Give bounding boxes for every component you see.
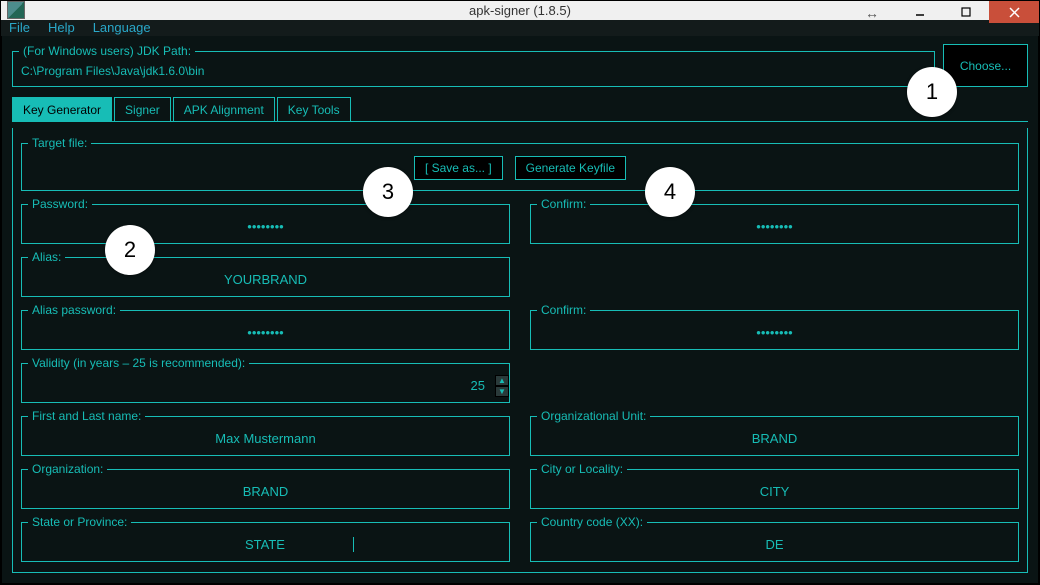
tab-apk-alignment[interactable]: APK Alignment <box>173 97 275 121</box>
tab-key-generator[interactable]: Key Generator <box>12 97 112 121</box>
target-file-section: Target file: [ Save as... ] Generate Key… <box>21 136 1019 191</box>
minimize-button[interactable] <box>897 1 943 23</box>
fields-grid: Password: Confirm: Alias: Alias password… <box>21 197 1019 562</box>
organization-fieldset: Organization: <box>21 462 510 509</box>
alias-password-confirm-fieldset: Confirm: <box>530 303 1019 350</box>
app-window: apk-signer (1.8.5) ↔ File Help Language … <box>0 0 1040 585</box>
city-input[interactable] <box>539 484 1010 499</box>
window-controls <box>897 1 1039 23</box>
first-last-input[interactable] <box>30 431 501 446</box>
tab-signer[interactable]: Signer <box>114 97 171 121</box>
generate-keyfile-button[interactable]: Generate Keyfile <box>515 156 626 180</box>
menu-help[interactable]: Help <box>48 20 75 35</box>
validity-down-button[interactable]: ▼ <box>495 386 509 397</box>
resize-indicator-icon: ↔ <box>865 5 879 21</box>
organization-label: Organization: <box>28 462 107 476</box>
validity-fieldset: Validity (in years – 25 is recommended):… <box>21 356 510 403</box>
validity-input[interactable] <box>30 378 485 393</box>
tab-strip: Key Generator Signer APK Alignment Key T… <box>12 97 1028 122</box>
target-file-fieldset: Target file: [ Save as... ] Generate Key… <box>21 136 1019 191</box>
org-unit-input[interactable] <box>539 431 1010 446</box>
annotation-4: 4 <box>645 167 695 217</box>
alias-password-fieldset: Alias password: <box>21 303 510 350</box>
first-last-fieldset: First and Last name: <box>21 409 510 456</box>
jdk-row: (For Windows users) JDK Path: C:\Program… <box>12 44 1028 87</box>
password-confirm-fieldset: Confirm: <box>530 197 1019 244</box>
target-file-label: Target file: <box>28 136 91 150</box>
target-button-row: [ Save as... ] Generate Keyfile <box>30 156 1010 180</box>
close-button[interactable] <box>989 1 1039 23</box>
window-title: apk-signer (1.8.5) <box>1 3 1039 18</box>
state-label: State or Province: <box>28 515 131 529</box>
annotation-2: 2 <box>105 225 155 275</box>
country-input[interactable] <box>539 537 1010 552</box>
password-fieldset: Password: <box>21 197 510 244</box>
password-input[interactable] <box>30 219 501 234</box>
menubar: File Help Language <box>1 20 1039 36</box>
country-label: Country code (XX): <box>537 515 647 529</box>
content-area: (For Windows users) JDK Path: C:\Program… <box>1 36 1039 584</box>
save-as-button[interactable]: [ Save as... ] <box>414 156 503 180</box>
alias-input[interactable] <box>30 272 501 287</box>
jdk-path-label: (For Windows users) JDK Path: <box>19 44 195 58</box>
annotation-1: 1 <box>907 67 957 117</box>
tab-key-tools[interactable]: Key Tools <box>277 97 351 121</box>
alias-password-input[interactable] <box>30 325 501 340</box>
maximize-button[interactable] <box>943 1 989 23</box>
menu-language[interactable]: Language <box>93 20 151 35</box>
validity-spinner: ▲ ▼ <box>495 375 509 397</box>
alias-password-confirm-label: Confirm: <box>537 303 590 317</box>
annotation-3: 3 <box>363 167 413 217</box>
country-fieldset: Country code (XX): <box>530 515 1019 562</box>
choose-jdk-button[interactable]: Choose... <box>943 44 1028 87</box>
password-confirm-label: Confirm: <box>537 197 590 211</box>
password-confirm-input[interactable] <box>539 219 1010 234</box>
city-label: City or Locality: <box>537 462 627 476</box>
alias-password-confirm-input[interactable] <box>539 325 1010 340</box>
organization-input[interactable] <box>30 484 501 499</box>
city-fieldset: City or Locality: <box>530 462 1019 509</box>
alias-row: Alias: <box>21 250 1019 297</box>
state-fieldset: State or Province: <box>21 515 510 562</box>
alias-password-label: Alias password: <box>28 303 120 317</box>
menu-file[interactable]: File <box>9 20 30 35</box>
tab-body: Target file: [ Save as... ] Generate Key… <box>12 128 1028 573</box>
password-label: Password: <box>28 197 92 211</box>
first-last-label: First and Last name: <box>28 409 145 423</box>
alias-label: Alias: <box>28 250 65 264</box>
app-icon <box>7 1 25 19</box>
titlebar: apk-signer (1.8.5) ↔ <box>1 1 1039 20</box>
state-input[interactable] <box>177 537 354 552</box>
org-unit-label: Organizational Unit: <box>537 409 650 423</box>
validity-label: Validity (in years – 25 is recommended): <box>28 356 249 370</box>
jdk-path-value: C:\Program Files\Java\jdk1.6.0\bin <box>21 64 926 78</box>
jdk-path-fieldset: (For Windows users) JDK Path: C:\Program… <box>12 44 935 87</box>
alias-fieldset: Alias: <box>21 250 510 297</box>
validity-row: Validity (in years – 25 is recommended):… <box>21 356 1019 403</box>
org-unit-fieldset: Organizational Unit: <box>530 409 1019 456</box>
validity-up-button[interactable]: ▲ <box>495 375 509 386</box>
